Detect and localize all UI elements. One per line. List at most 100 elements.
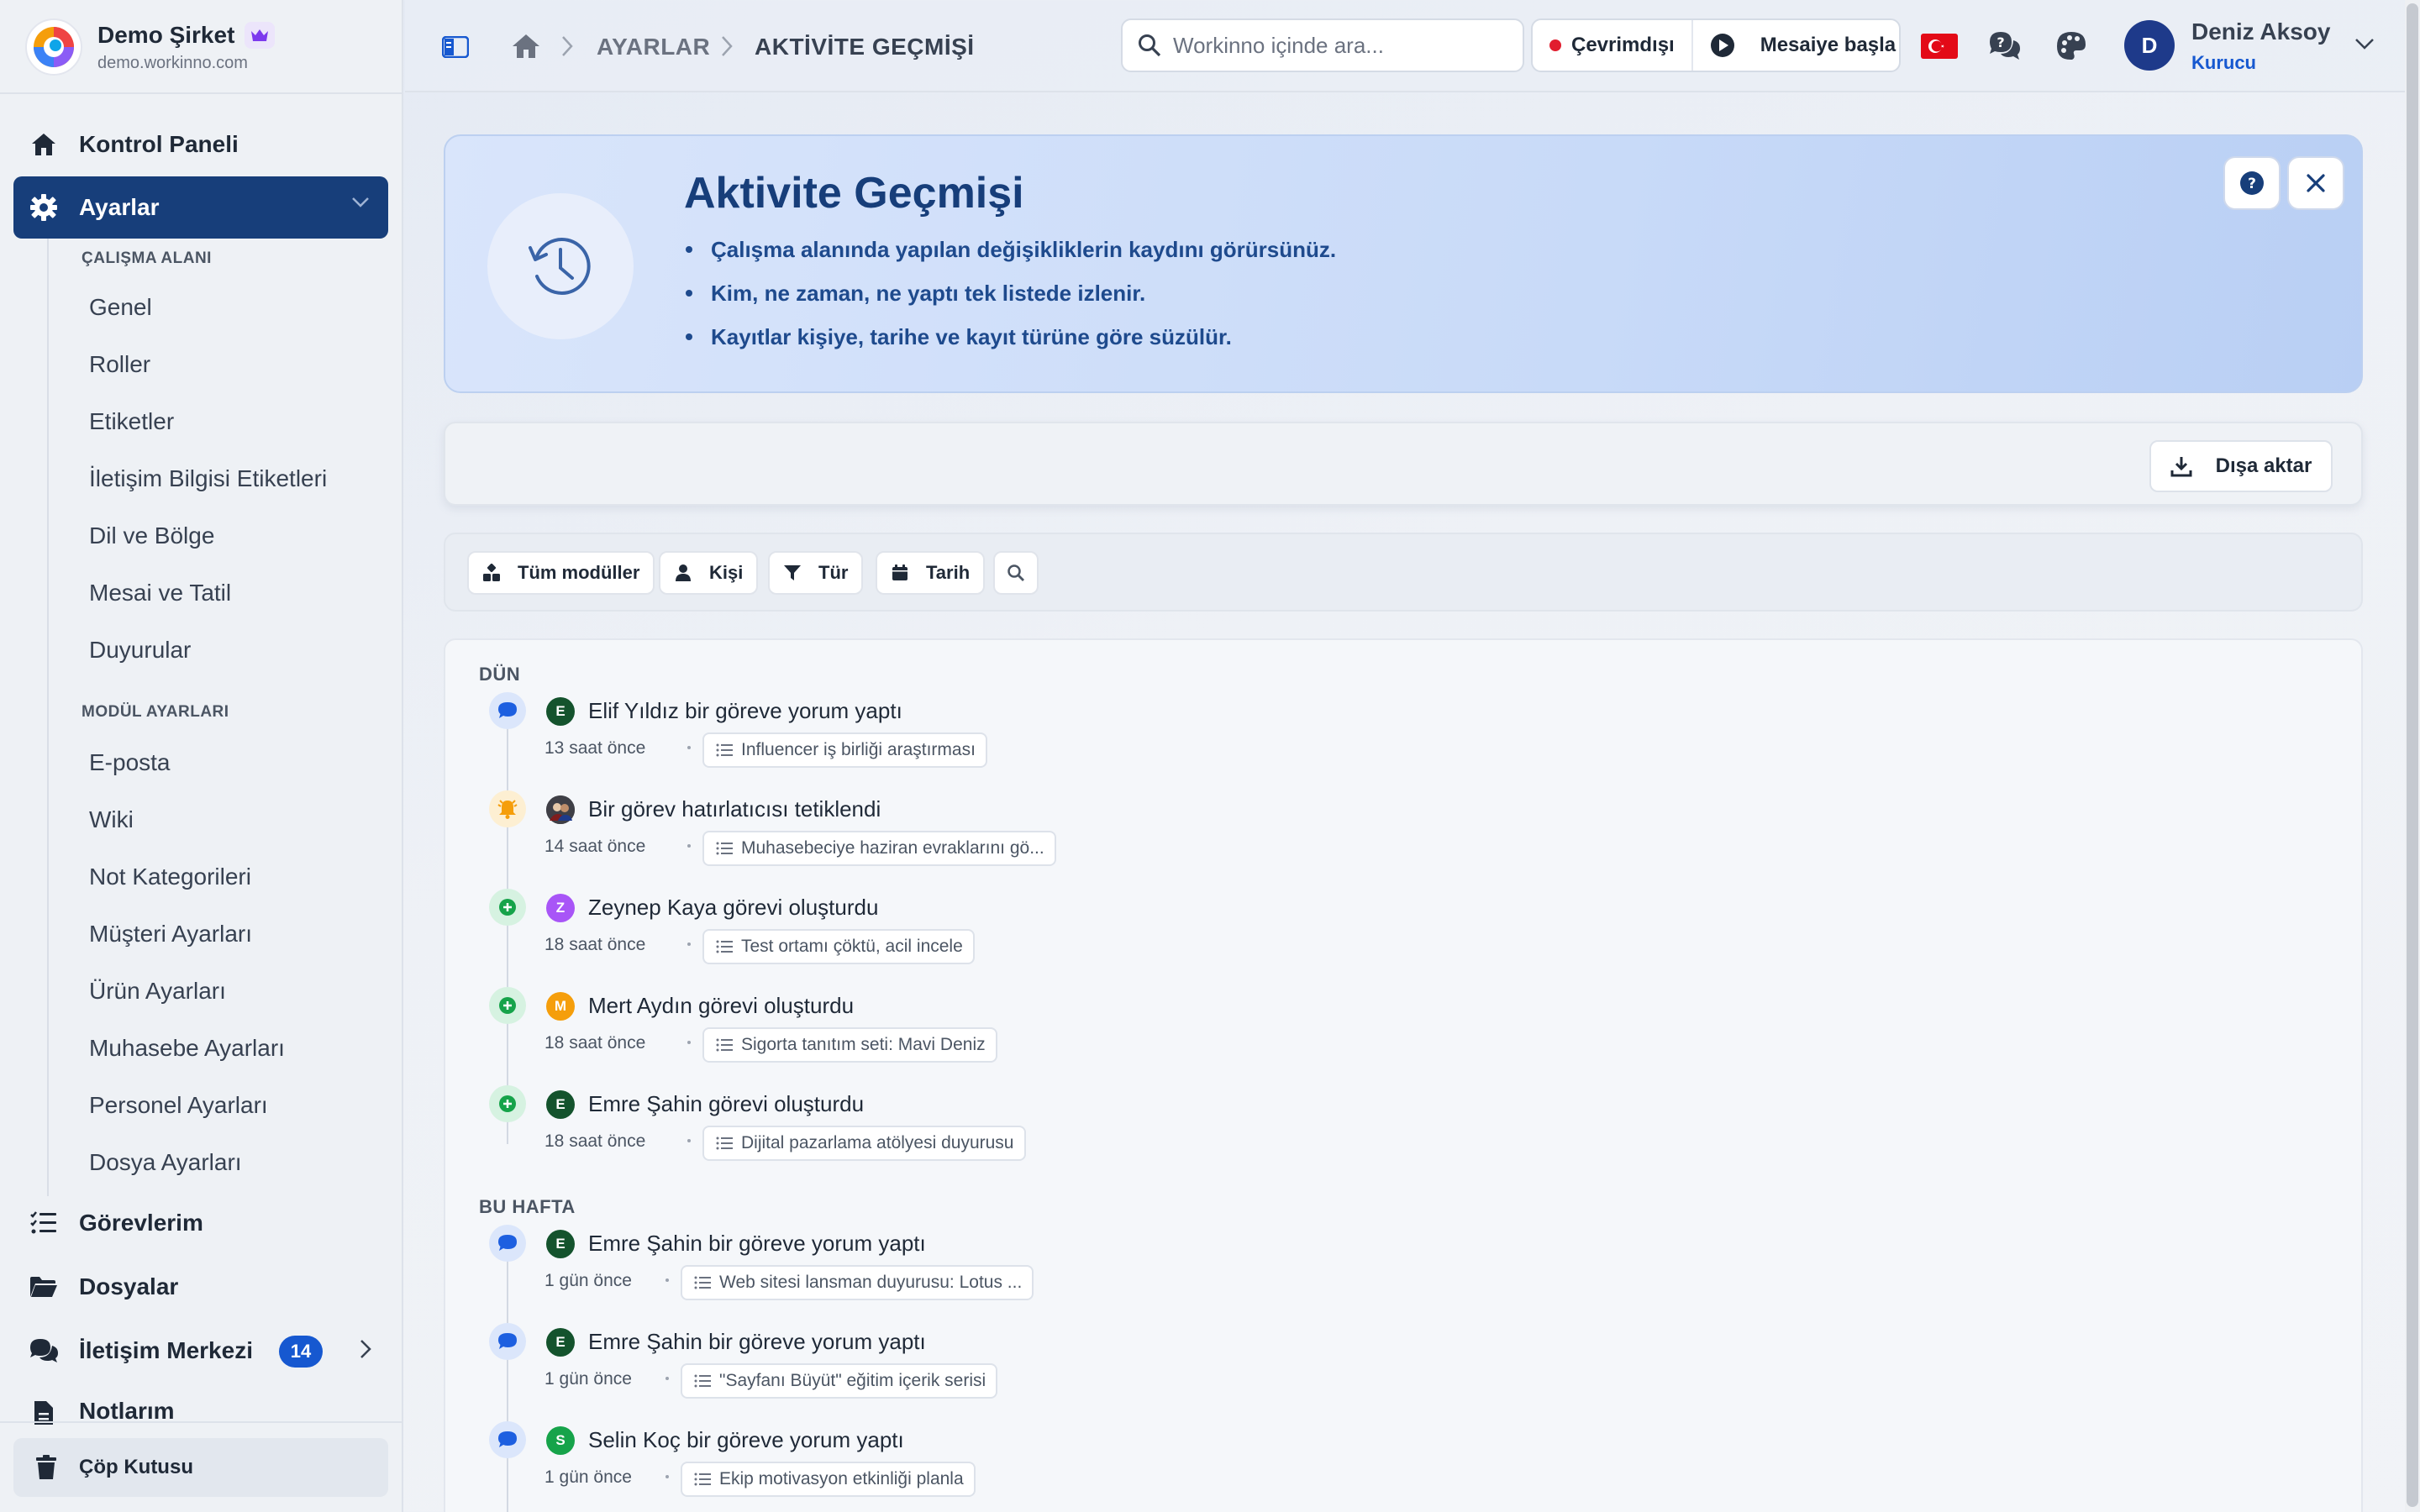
close-banner-button[interactable] (2287, 156, 2344, 210)
export-button[interactable]: Dışa aktar (2149, 440, 2333, 492)
activity-item[interactable]: E Emre Şahin bir göreve yorum yaptı 1 gün … (445, 1225, 1454, 1317)
activity-time: 18 saat önce (544, 1033, 646, 1053)
sidebar-subitem-file-settings[interactable]: Dosya Ayarları (89, 1146, 242, 1179)
sidebar-subitem-accounting-settings[interactable]: Muhasebe Ayarları (89, 1032, 285, 1065)
linked-task-chip[interactable]: Ekip motivasyon etkinliği planla (681, 1462, 976, 1497)
separator-dot (687, 1139, 691, 1142)
sidebar-subitem-language-region[interactable]: Dil ve Bölge (89, 519, 214, 553)
avatar[interactable]: S (546, 1426, 575, 1455)
task-list-icon (716, 940, 733, 953)
presence-group: Çevrimdışı Mesaiye başla (1531, 18, 1901, 72)
sidebar-subitem-customer-settings[interactable]: Müşteri Ayarları (89, 917, 252, 951)
activity-item[interactable]: Bir görev hatırlatıcısı tetiklendi 14 saa… (445, 790, 1454, 883)
activity-item[interactable]: E Emre Şahin bir göreve yorum yaptı 1 gün … (445, 1323, 1454, 1415)
sidebar-subitem-staff-settings[interactable]: Personel Ayarları (89, 1089, 268, 1122)
linked-task-chip[interactable]: Test ortamı çöktü, acil incele (702, 929, 975, 964)
sidebar-subitem-note-categories[interactable]: Not Kategorileri (89, 860, 251, 894)
sidebar-toggle-button[interactable] (440, 32, 471, 62)
activity-item[interactable]: Z Zeynep Kaya görevi oluşturdu 18 saat önc… (445, 889, 1454, 981)
filter-type-button[interactable]: Tür (768, 551, 864, 595)
filter-label: Tarih (926, 562, 971, 583)
help-button[interactable]: ? (2223, 156, 2281, 210)
help-icon: ? (2240, 171, 2264, 195)
section-title-workspace: ÇALIŞMA ALANI (82, 249, 212, 267)
linked-task-chip[interactable]: "Sayfanı Büyüt" eğitim içerik serisi (681, 1363, 998, 1399)
unread-count-badge: 14 (279, 1336, 323, 1368)
support-chat-icon[interactable]: ? (1988, 30, 2022, 62)
filter-modules-button[interactable]: Tüm modüller (467, 551, 655, 595)
sidebar-subitem-tags[interactable]: Etiketler (89, 405, 174, 438)
sidebar-item-files[interactable]: Dosyalar (13, 1260, 388, 1314)
linked-task-chip[interactable]: Muhasebeciye haziran evraklarını gö... (702, 831, 1056, 866)
global-search[interactable] (1121, 18, 1524, 72)
filter-date-button[interactable]: Tarih (876, 551, 986, 595)
workspace-switcher[interactable]: Demo Şirket demo.workinno.com (25, 17, 276, 77)
avatar[interactable]: E (546, 1090, 575, 1119)
linked-task-chip[interactable]: Influencer iş birliği araştırması (702, 732, 987, 768)
search-icon (1138, 34, 1161, 57)
separator-dot (687, 746, 691, 749)
avatar[interactable] (546, 795, 575, 824)
sidebar-item-label: Görevlerim (79, 1210, 203, 1236)
sidebar-divider (0, 92, 403, 94)
filter-funnel-icon (783, 564, 802, 582)
sidebar-subitem-contact-tags[interactable]: İletişim Bilgisi Etiketleri (89, 462, 327, 496)
sidebar-item-tasks[interactable]: Görevlerim (13, 1196, 388, 1250)
offline-dot-icon (1549, 39, 1561, 51)
linked-task-chip[interactable]: Web sitesi lansman duyurusu: Lotus ... (681, 1265, 1034, 1300)
avatar[interactable]: E (546, 1328, 575, 1357)
avatar[interactable]: E (546, 1230, 575, 1258)
sidebar-item-trash[interactable]: Çöp Kutusu (13, 1438, 388, 1497)
activity-item[interactable]: M Mert Aydın görevi oluşturdu 18 saat önce… (445, 987, 1454, 1079)
avatar[interactable]: E (546, 697, 575, 726)
sidebar-item-settings[interactable]: Ayarlar (13, 176, 388, 239)
crown-icon (245, 21, 276, 49)
sidebar-item-communication-center[interactable]: İletişim Merkezi 14 (13, 1324, 388, 1378)
sidebar-item-label: Ayarlar (79, 194, 160, 220)
avatar[interactable]: Z (546, 894, 575, 922)
bell-icon (489, 790, 526, 827)
avatar[interactable]: M (546, 992, 575, 1021)
breadcrumb-home-icon[interactable] (509, 30, 543, 62)
activity-text: Selin Koç bir göreve yorum yaptı (588, 1427, 904, 1452)
user-avatar[interactable]: D (2124, 20, 2175, 71)
turkey-flag-icon[interactable] (1921, 34, 1958, 59)
page-scrollbar-thumb[interactable] (2407, 3, 2418, 1507)
section-title-modules: MODÜL AYARLARI (82, 703, 229, 721)
sidebar-subitem-announcements[interactable]: Duyurular (89, 633, 191, 667)
user-name[interactable]: Deniz Aksoy (2191, 18, 2330, 45)
plus-circle-icon (489, 987, 526, 1024)
chevron-down-icon[interactable] (2354, 37, 2375, 50)
task-list-icon (694, 1374, 711, 1388)
filter-person-button[interactable]: Kişi (659, 551, 759, 595)
sidebar-item-label: Çöp Kutusu (79, 1456, 193, 1478)
sidebar-subitem-general[interactable]: Genel (89, 291, 152, 324)
search-input[interactable] (1173, 32, 1509, 59)
info-bullet-text: Kayıtlar kişiye, tarihe ve kayıt türüne … (711, 324, 1232, 349)
sidebar-subitem-work-hours[interactable]: Mesai ve Tatil (89, 576, 231, 610)
export-label: Dışa aktar (2215, 454, 2312, 477)
activity-item[interactable]: S Selin Koç bir göreve yorum yaptı 1 gün ö… (445, 1421, 1454, 1512)
filter-label: Tüm modüller (518, 562, 640, 583)
presence-status-button[interactable]: Çevrimdışı (1533, 20, 1693, 71)
activity-text: Emre Şahin bir göreve yorum yaptı (588, 1329, 926, 1354)
sidebar-subitem-email[interactable]: E-posta (89, 746, 171, 780)
task-list-icon (694, 1473, 711, 1486)
search-filter-button[interactable] (993, 551, 1039, 595)
sidebar-subitem-product-settings[interactable]: Ürün Ayarları (89, 974, 226, 1008)
activity-item[interactable]: E Emre Şahin görevi oluşturdu 18 saat önce… (445, 1085, 1454, 1178)
sidebar-item-dashboard[interactable]: Kontrol Paneli (13, 118, 388, 171)
linked-task-title: Test ortamı çöktü, acil incele (741, 937, 963, 956)
linked-task-title: Dijital pazarlama atölyesi duyurusu (741, 1133, 1014, 1152)
palette-icon[interactable] (2055, 30, 2087, 62)
linked-task-chip[interactable]: Dijital pazarlama atölyesi duyurusu (702, 1126, 1026, 1161)
sidebar-subitem-roles[interactable]: Roller (89, 348, 150, 381)
activity-item[interactable]: E Elif Yıldız bir göreve yorum yaptı 13 sa… (445, 692, 1454, 785)
separator-dot (687, 1041, 691, 1044)
sidebar-subitem-wiki[interactable]: Wiki (89, 803, 134, 837)
filter-label: Kişi (709, 562, 744, 583)
linked-task-chip[interactable]: Sigorta tanıtım seti: Mavi Deniz (702, 1027, 997, 1063)
activity-feed: DÜN BU HAFTA E Elif Yıldız bir göreve yor… (444, 638, 2363, 1512)
breadcrumb-settings[interactable]: AYARLAR (597, 32, 710, 62)
start-shift-button[interactable]: Mesaiye başla (1693, 33, 1896, 58)
